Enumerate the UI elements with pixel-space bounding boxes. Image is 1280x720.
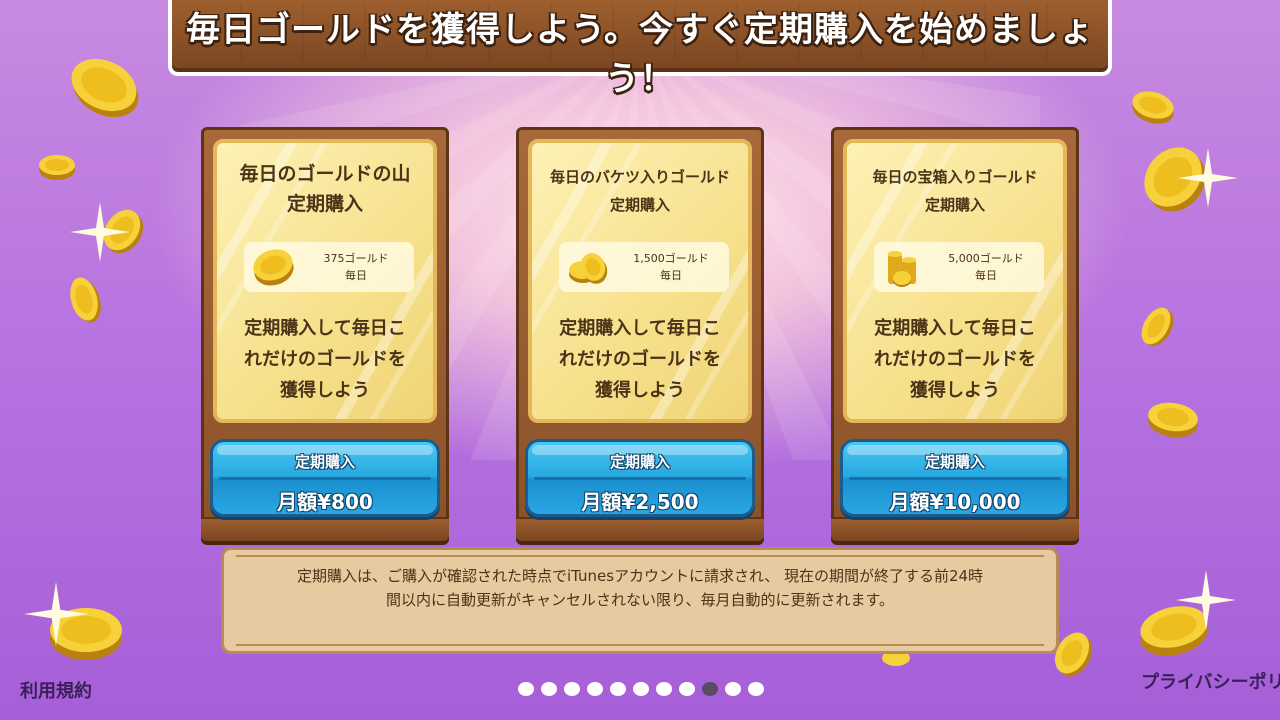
coin-pair-icon <box>569 253 608 284</box>
terms-of-service-link[interactable]: 利用規約 <box>20 677 92 703</box>
plan-description-line: 定期購入して毎日こ <box>244 318 406 339</box>
gold-amount: 1,500ゴールド <box>633 252 709 265</box>
plan-card-daily-chest: 毎日の宝箱入りゴールド 定期購入 5,000ゴールド 毎日 定期購入して毎日こ … <box>831 127 1079 541</box>
plan-title-line: 毎日の宝箱入りゴールド <box>872 168 1038 186</box>
gold-amount: 5,000ゴールド <box>948 252 1024 265</box>
sparkle-icon <box>1178 148 1238 208</box>
gold-coin-icon <box>103 209 144 254</box>
page-dot[interactable] <box>518 682 534 696</box>
button-divider <box>849 477 1061 480</box>
plan-description-line: れだけのゴールドを <box>559 349 721 370</box>
gold-coin-icon <box>1132 91 1174 124</box>
subscribe-button[interactable]: 定期購入 月額¥2,500 <box>525 439 755 517</box>
plan-card-daily-bucket: 毎日のバケツ入りゴールド 定期購入 1,500ゴールド 毎日 定期購入して毎日こ… <box>516 127 764 541</box>
gold-coin-icon <box>1141 307 1174 347</box>
gold-period: 毎日 <box>660 269 682 282</box>
plan-card-face: 毎日のバケツ入りゴールド 定期購入 1,500ゴールド 毎日 定期購入して毎日こ… <box>528 139 752 423</box>
plan-description-line: れだけのゴールドを <box>244 349 406 370</box>
plan-description-line: 獲得しよう <box>910 380 1000 401</box>
plan-title-line: 定期購入 <box>286 193 363 215</box>
plan-description: 定期購入して毎日こ れだけのゴールドを 獲得しよう <box>540 313 740 406</box>
gold-period: 毎日 <box>345 269 367 282</box>
single-coin-icon <box>253 249 294 286</box>
gold-coin-icon <box>39 155 75 180</box>
subscribe-price: 月額¥10,000 <box>889 490 1021 514</box>
plan-card-face: 毎日の宝箱入りゴールド 定期購入 5,000ゴールド 毎日 定期購入して毎日こ … <box>843 139 1067 423</box>
gold-amount-badge: 5,000ゴールド 毎日 <box>874 242 1044 292</box>
gold-amount-badge: 1,500ゴールド 毎日 <box>559 242 729 292</box>
page-dot[interactable] <box>702 682 718 696</box>
page-dot[interactable] <box>633 682 649 696</box>
subscription-notice[interactable]: 定期購入は、ご購入が確認された時点でiTunesアカウントに請求され、 現在の期… <box>221 547 1059 654</box>
plan-description: 定期購入して毎日こ れだけのゴールドを 獲得しよう <box>225 313 425 406</box>
button-divider <box>219 477 431 480</box>
plan-description: 定期購入して毎日こ れだけのゴールドを 獲得しよう <box>855 313 1055 406</box>
plan-description-line: 定期購入して毎日こ <box>559 318 721 339</box>
subscribe-button[interactable]: 定期購入 月額¥10,000 <box>840 439 1070 517</box>
plan-description-line: 獲得しよう <box>280 380 370 401</box>
plan-card-face: 毎日のゴールドの山 定期購入 375ゴールド 毎日 定期購入して毎日こ れだけの… <box>213 139 437 423</box>
plan-title: 毎日のゴールドの山 定期購入 <box>217 159 433 219</box>
gold-coin-icon <box>1140 606 1208 656</box>
plan-title: 毎日のバケツ入りゴールド 定期購入 <box>532 163 748 219</box>
gold-coin-icon <box>1144 147 1206 212</box>
gold-amount-badge: 375ゴールド 毎日 <box>244 242 414 292</box>
plan-title-line: 毎日のゴールドの山 <box>239 163 411 185</box>
plan-description-line: 獲得しよう <box>595 380 685 401</box>
gold-period: 毎日 <box>975 269 997 282</box>
subscription-notice-text: 定期購入は、ご購入が確認された時点でiTunesアカウントに請求され、 現在の期… <box>242 564 1038 612</box>
subscribe-button[interactable]: 定期購入 月額¥800 <box>210 439 440 517</box>
notice-line: 定期購入は、ご購入が確認された時点でiTunesアカウントに請求され、 現在の期… <box>296 567 984 585</box>
page-dot[interactable] <box>725 682 741 696</box>
plan-title-line: 毎日のバケツ入りゴールド <box>549 168 730 186</box>
page-indicator <box>518 682 764 696</box>
page-dot[interactable] <box>656 682 672 696</box>
plan-title-line: 定期購入 <box>924 196 985 214</box>
plan-card-daily-pile: 毎日のゴールドの山 定期購入 375ゴールド 毎日 定期購入して毎日こ れだけの… <box>201 127 449 541</box>
subscribe-button-label: 定期購入 <box>609 453 670 471</box>
sparkle-icon <box>1176 570 1236 630</box>
gold-coin-icon <box>70 277 101 323</box>
sparkle-icon <box>70 202 130 262</box>
subscribe-button-label: 定期購入 <box>924 453 985 471</box>
card-wood-base <box>516 517 764 541</box>
sparkle-icon <box>24 582 88 646</box>
gold-amount-text: 5,000ゴールド 毎日 <box>936 250 1036 284</box>
page-dot[interactable] <box>564 682 580 696</box>
gold-coin-icon <box>1148 402 1198 438</box>
notice-line: 間以内に自動更新がキャンセルされない限り、毎月自動的に更新されます。 <box>386 591 894 609</box>
gold-amount-text: 375ゴールド 毎日 <box>306 250 406 284</box>
plan-description-line: 定期購入して毎日こ <box>874 318 1036 339</box>
card-wood-base <box>831 517 1079 541</box>
plan-title: 毎日の宝箱入りゴールド 定期購入 <box>847 163 1063 219</box>
page-title: 毎日ゴールドを獲得しよう。今すぐ定期購入を始めましょう！ <box>186 10 1094 99</box>
subscribe-button-label: 定期購入 <box>294 453 355 471</box>
plan-title-line: 定期購入 <box>609 196 670 214</box>
card-wood-base <box>201 517 449 541</box>
title-banner: 毎日ゴールドを獲得しよう。今すぐ定期購入を始めましょう！ <box>168 0 1112 99</box>
gold-coin-icon <box>50 608 122 660</box>
page-dot[interactable] <box>610 682 626 696</box>
gold-amount: 375ゴールド <box>323 252 389 265</box>
privacy-policy-link[interactable]: プライバシーポリシー <box>1141 668 1280 694</box>
gold-coin-icon <box>71 58 139 118</box>
page-dot[interactable] <box>587 682 603 696</box>
plan-description-line: れだけのゴールドを <box>874 349 1036 370</box>
page-dot[interactable] <box>679 682 695 696</box>
coin-stack-icon <box>888 251 916 287</box>
subscribe-price: 月額¥2,500 <box>581 490 699 514</box>
page-dot[interactable] <box>748 682 764 696</box>
gold-amount-text: 1,500ゴールド 毎日 <box>621 250 721 284</box>
subscribe-price: 月額¥800 <box>277 490 373 514</box>
button-divider <box>534 477 746 480</box>
page-dot[interactable] <box>541 682 557 696</box>
